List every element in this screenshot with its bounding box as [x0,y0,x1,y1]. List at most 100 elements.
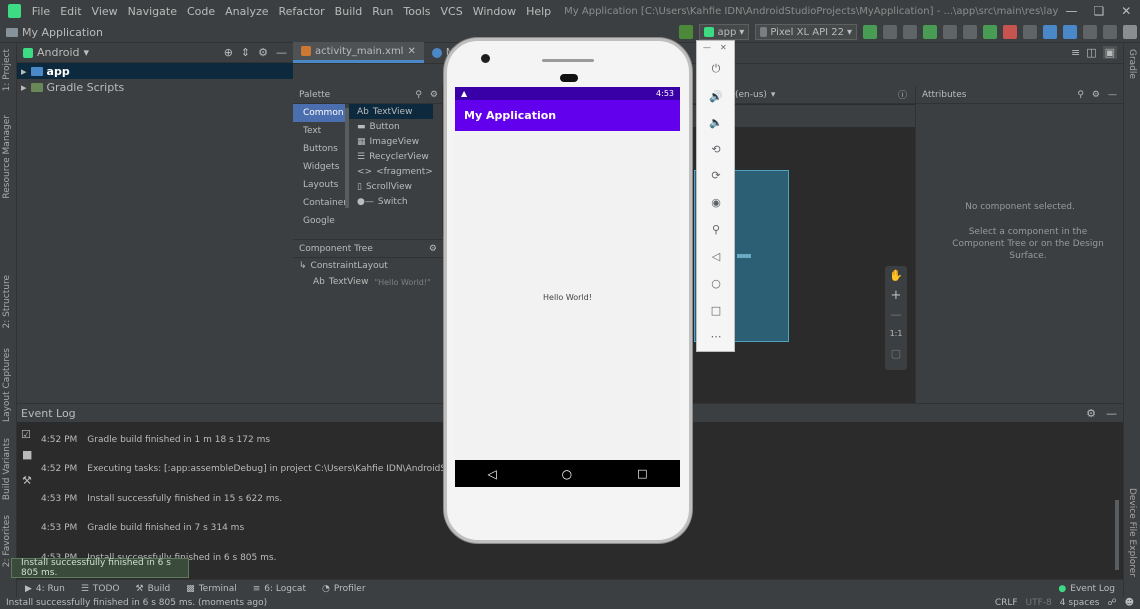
apply-changes-icon[interactable] [863,25,877,39]
palette-item-button[interactable]: ▬ Button [349,119,433,134]
tool-run[interactable]: ▶ 4: Run [17,584,73,594]
palette-item-recyclerview[interactable]: ☰ RecyclerView [349,149,433,164]
tool-todo[interactable]: ☰ TODO [73,584,128,594]
split-view-icon[interactable]: ◫ [1086,46,1096,59]
sdk-manager-icon[interactable] [1063,25,1077,39]
menu-view[interactable]: View [87,5,123,18]
tool-build[interactable]: ⚒ Build [128,584,179,594]
notification-balloon[interactable]: Install successfully finished in 6 s 805… [11,558,189,578]
indent-setting[interactable]: 4 spaces [1060,598,1100,608]
close-icon[interactable]: ✕ [720,43,727,52]
palette-item-switch[interactable]: ●— Switch [349,194,433,209]
coverage-icon[interactable] [943,25,957,39]
project-view-select[interactable]: Android [37,46,80,59]
tree-item-app[interactable]: ▸ app [17,63,293,79]
apply-code-changes-icon[interactable] [883,25,897,39]
inspector-icon[interactable]: ☻ [1125,598,1134,608]
camera-icon[interactable]: ◉ [707,193,725,211]
stop-icon[interactable] [1003,25,1017,39]
attach-debugger-icon[interactable] [983,25,997,39]
zoom-actual-size[interactable]: 1:1 [885,324,907,344]
tab-build-variants[interactable]: Build Variants [2,438,12,500]
palette-item-fragment[interactable]: <> <fragment> [349,164,433,179]
avd-manager-icon[interactable] [1043,25,1057,39]
gear-icon[interactable]: ⚙ [1092,90,1100,100]
palette-category[interactable]: Buttons [293,140,345,158]
gear-icon[interactable]: ⚙ [258,46,268,59]
gear-icon[interactable]: ⚙ [429,244,437,254]
menu-run[interactable]: Run [367,5,398,18]
menu-code[interactable]: Code [182,5,220,18]
palette-category[interactable]: Widgets [293,158,345,176]
search-icon[interactable] [1103,25,1117,39]
tool-profiler[interactable]: ◔ Profiler [314,584,374,594]
palette-item-imageview[interactable]: ▦ ImageView [349,134,433,149]
menu-edit[interactable]: Edit [55,5,86,18]
overview-icon[interactable]: □ [707,301,725,319]
hide-icon[interactable]: — [276,46,287,59]
gear-icon[interactable]: ⚙ [1086,407,1096,420]
hide-icon[interactable]: — [1108,90,1117,100]
menu-analyze[interactable]: Analyze [220,5,273,18]
tree-node-constraintlayout[interactable]: ↳ ConstraintLayout [293,258,443,274]
tab-device-file-explorer[interactable]: Device File Explorer [1127,488,1137,577]
rerun-icon[interactable] [903,25,917,39]
status-message[interactable]: Install successfully finished in 6 s 805… [6,598,267,608]
back-icon[interactable]: ◁ [707,247,725,265]
maximize-icon[interactable]: ❏ [1085,4,1112,18]
menu-build[interactable]: Build [330,5,368,18]
palette-category[interactable]: Container [293,194,347,212]
blueprint-textview[interactable] [737,254,751,258]
zoom-fit-icon[interactable]: ▢ [885,344,907,364]
lock-icon[interactable]: ☍ [1107,598,1116,608]
palette-category[interactable]: Google [293,212,345,230]
warning-icon[interactable]: ⓘ [898,88,907,101]
recents-icon[interactable]: □ [637,467,647,480]
home-icon[interactable]: ○ [562,467,572,481]
tree-item-gradle-scripts[interactable]: ▸ Gradle Scripts [17,79,293,95]
file-encoding[interactable]: UTF-8 [1026,598,1052,608]
search-icon[interactable]: ⚲ [415,90,422,100]
chevron-right-icon[interactable]: ▸ [21,65,27,78]
hammer-icon[interactable] [679,25,694,39]
collapse-icon[interactable]: ⇕ [241,46,250,59]
home-icon[interactable]: ○ [707,274,725,292]
zoom-in-icon[interactable]: + [885,286,907,306]
menu-vcs[interactable]: VCS [436,5,468,18]
hide-icon[interactable]: — [1106,407,1117,420]
menu-window[interactable]: Window [468,5,521,18]
menu-help[interactable]: Help [521,5,556,18]
menu-navigate[interactable]: Navigate [123,5,182,18]
menu-tools[interactable]: Tools [398,5,435,18]
code-view-icon[interactable]: ≡ [1071,46,1080,59]
profile-icon[interactable] [963,25,977,39]
tab-activity-main[interactable]: activity_main.xml ✕ [293,42,424,63]
wrench-icon[interactable]: ⚒ [22,474,32,487]
palette-category[interactable]: Text [293,122,345,140]
sync-icon[interactable] [1023,25,1037,39]
power-icon[interactable]: ⏻ [707,60,725,78]
minimize-icon[interactable]: — [703,43,711,52]
tab-layout-captures[interactable]: Layout Captures [2,348,12,422]
zoom-out-icon[interactable]: — [885,306,907,324]
device-select[interactable]: Pixel XL API 22 ▾ [755,24,857,40]
tool-terminal[interactable]: ▩ Terminal [178,584,245,594]
close-icon[interactable]: ✕ [1113,4,1140,18]
line-separator[interactable]: CRLF [995,598,1018,608]
trash-icon[interactable]: ■ [22,448,32,461]
chevron-down-icon[interactable]: ▾ [771,90,776,100]
tab-structure[interactable]: 2: Structure [2,275,12,329]
layout-inspector-icon[interactable] [1083,25,1097,39]
chevron-right-icon[interactable]: ▸ [21,81,27,94]
palette-item-textview[interactable]: Ab TextView [349,104,433,119]
back-icon[interactable]: ◁ [487,467,496,481]
rotate-left-icon[interactable]: ⟲ [707,140,725,158]
menu-file[interactable]: File [27,5,55,18]
minimize-icon[interactable]: — [1058,4,1085,18]
volume-up-icon[interactable]: 🔊 [707,87,725,105]
gear-icon[interactable]: ⚙ [430,90,438,100]
event-log-scrollbar[interactable] [1115,500,1119,570]
tree-node-textview[interactable]: Ab TextView "Hello World!" [293,274,443,290]
more-icon[interactable]: ⋯ [707,327,725,345]
run-config-select[interactable]: app ▾ [699,24,750,40]
